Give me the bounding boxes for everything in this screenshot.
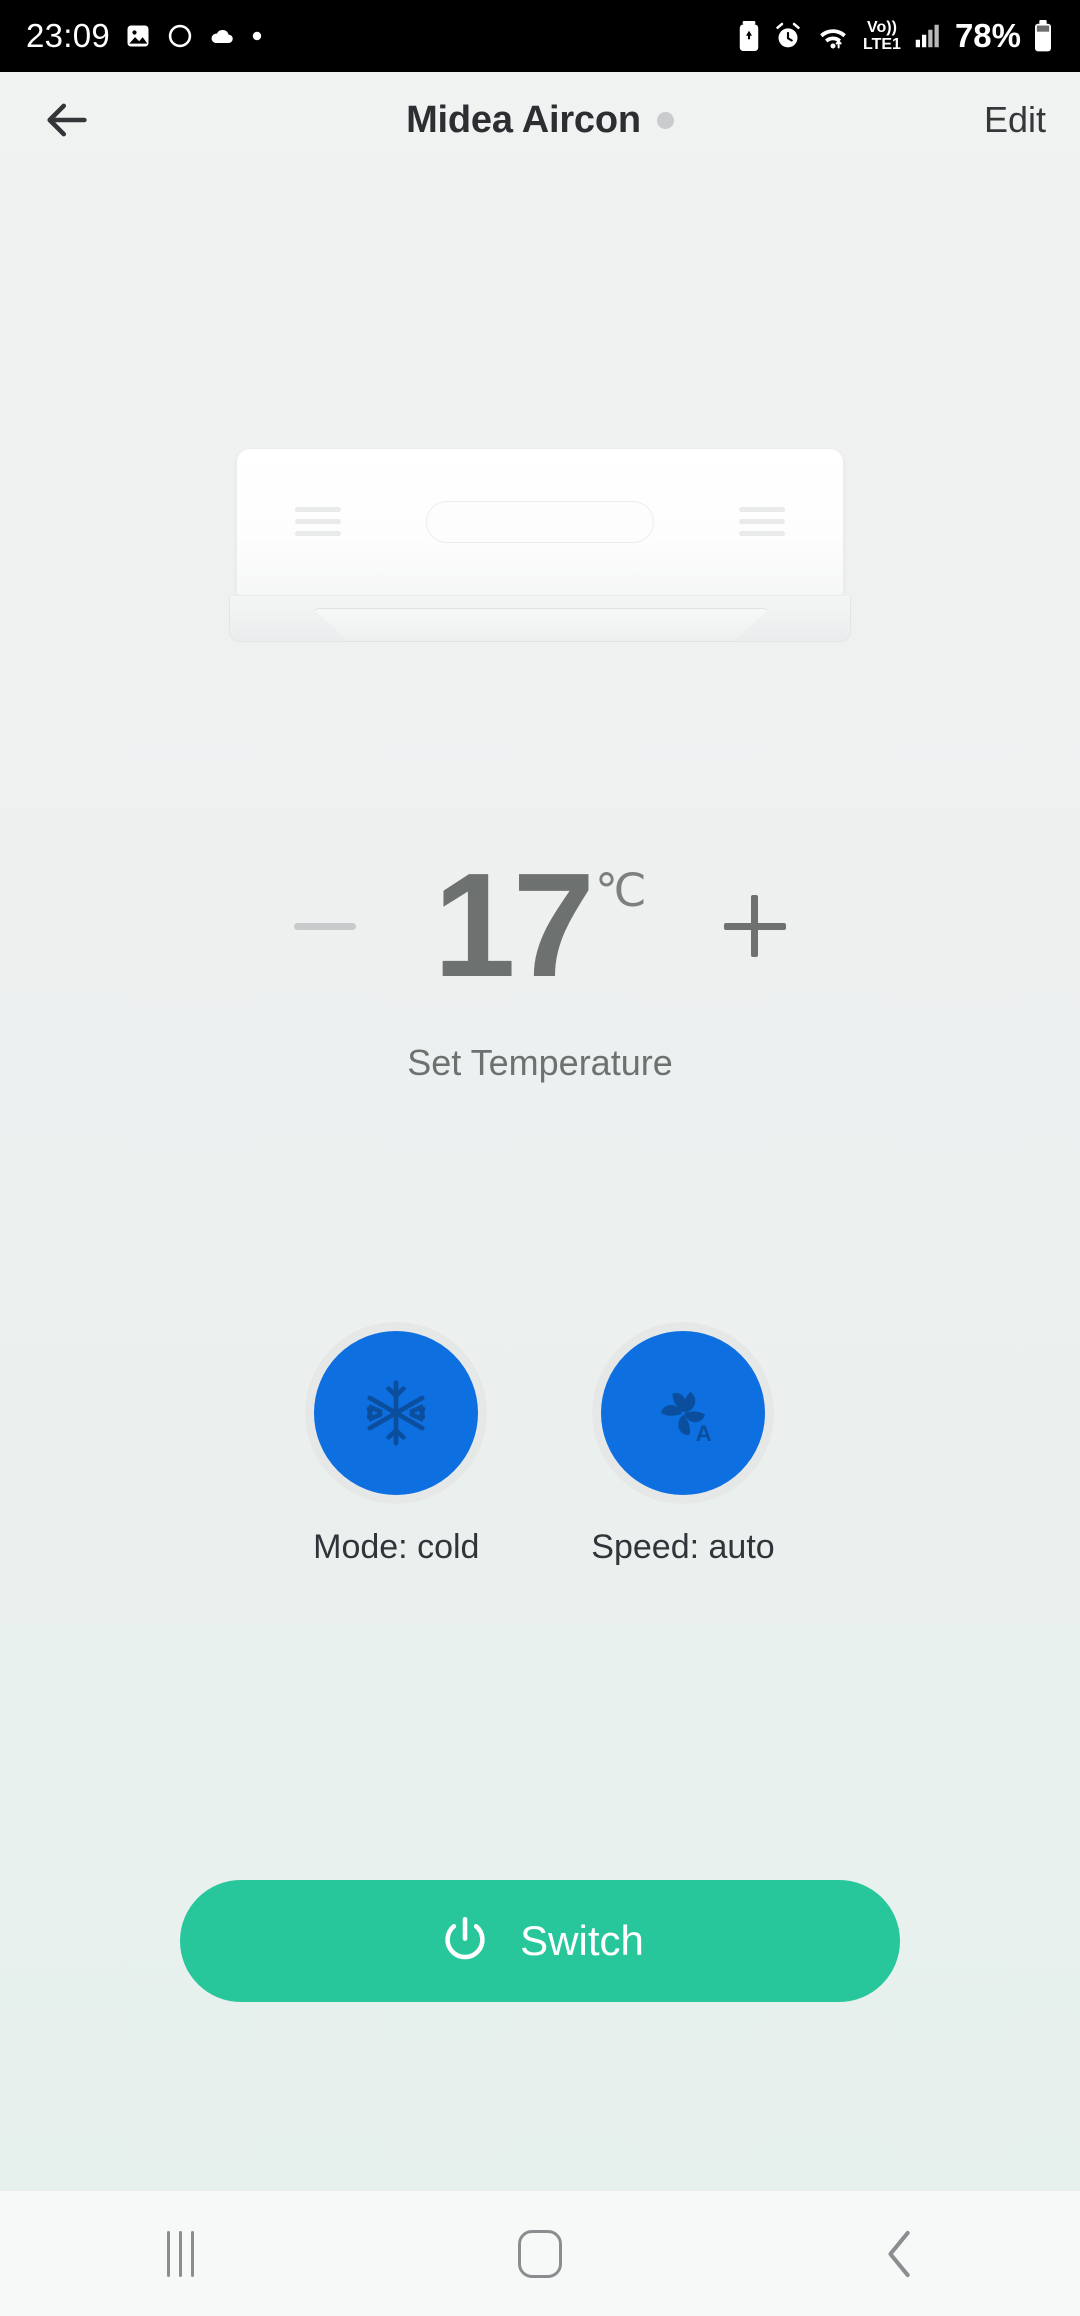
mode-label: Mode: cold: [313, 1528, 480, 1566]
ac-base: [229, 596, 851, 642]
plus-icon: [723, 895, 786, 957]
fan-auto-icon: A: [661, 1392, 712, 1446]
battery-icon: [1032, 20, 1054, 52]
battery-percent-label: 78%: [954, 17, 1021, 54]
volte-bottom-label: LTE1: [863, 35, 901, 53]
temperature-stepper: 17 ℃: [0, 852, 1080, 999]
cloud-icon: [208, 22, 236, 50]
page-title: Midea Aircon: [406, 98, 641, 141]
ac-vent-right: [739, 507, 785, 543]
speed-button[interactable]: A: [591, 1322, 774, 1504]
speed-control: A Speed: auto: [591, 1322, 775, 1567]
header-title-group: Midea Aircon: [0, 72, 1080, 168]
mode-button[interactable]: [305, 1322, 488, 1504]
ac-body: [236, 448, 844, 596]
temperature-value: 17: [433, 843, 595, 1009]
battery-saver-icon: [736, 21, 762, 51]
circle-outline-icon: [166, 22, 194, 50]
minus-icon: [294, 922, 357, 930]
mode-speed-controls: Mode: cold A Speed: auto: [0, 1322, 1080, 1567]
speed-label: Speed: auto: [591, 1528, 775, 1566]
recents-icon: [166, 2230, 194, 2277]
back-chevron-icon: [888, 2230, 910, 2277]
back-button[interactable]: [34, 87, 100, 153]
edit-button[interactable]: Edit: [984, 99, 1046, 141]
ac-vent-left: [295, 507, 341, 543]
volte-icon: Vo)) LTE1: [863, 18, 901, 53]
set-temperature-caption: Set Temperature: [407, 1042, 673, 1083]
power-icon: [445, 1916, 485, 1960]
arrow-left-icon: [47, 103, 87, 137]
volte-top-label: Vo)): [867, 18, 897, 36]
air-conditioner-illustration: [229, 448, 851, 642]
svg-text:A: A: [696, 1421, 712, 1446]
status-bar-left: 23:09: [26, 17, 264, 55]
image-icon: [124, 22, 152, 50]
app-header: Midea Aircon Edit: [0, 72, 1080, 168]
wifi-icon: [814, 21, 852, 51]
snowflake-icon: [367, 1380, 426, 1446]
phone-screen: 23:09 Vo)) LTE1 78% Midea Aircon Edit 17…: [0, 0, 1080, 2316]
mode-control: Mode: cold: [305, 1322, 488, 1567]
dot-icon: [250, 29, 264, 43]
android-navigation-bar: [0, 2190, 1080, 2316]
device-status-dot: [656, 111, 674, 129]
temperature-readout: 17 ℃: [433, 843, 647, 1009]
home-button[interactable]: [360, 2229, 720, 2278]
home-icon: [518, 2229, 562, 2278]
status-time: 23:09: [26, 17, 111, 54]
device-image-area: [0, 448, 1080, 642]
temperature-decrease-button[interactable]: [269, 870, 381, 982]
signal-icon: [912, 21, 942, 51]
temperature-unit: ℃: [594, 864, 647, 917]
ac-display-panel: [426, 501, 654, 543]
back-nav-button[interactable]: [720, 2227, 1080, 2281]
ac-louver: [312, 608, 770, 642]
status-bar-right: Vo)) LTE1 78%: [736, 17, 1054, 55]
switch-label: Switch: [520, 1917, 644, 1964]
status-bar: 23:09 Vo)) LTE1 78%: [0, 0, 1080, 72]
temperature-increase-button[interactable]: [699, 870, 811, 982]
alarm-icon: [773, 21, 803, 51]
power-switch-button[interactable]: Switch: [180, 1880, 900, 2002]
recents-button[interactable]: [0, 2230, 360, 2277]
